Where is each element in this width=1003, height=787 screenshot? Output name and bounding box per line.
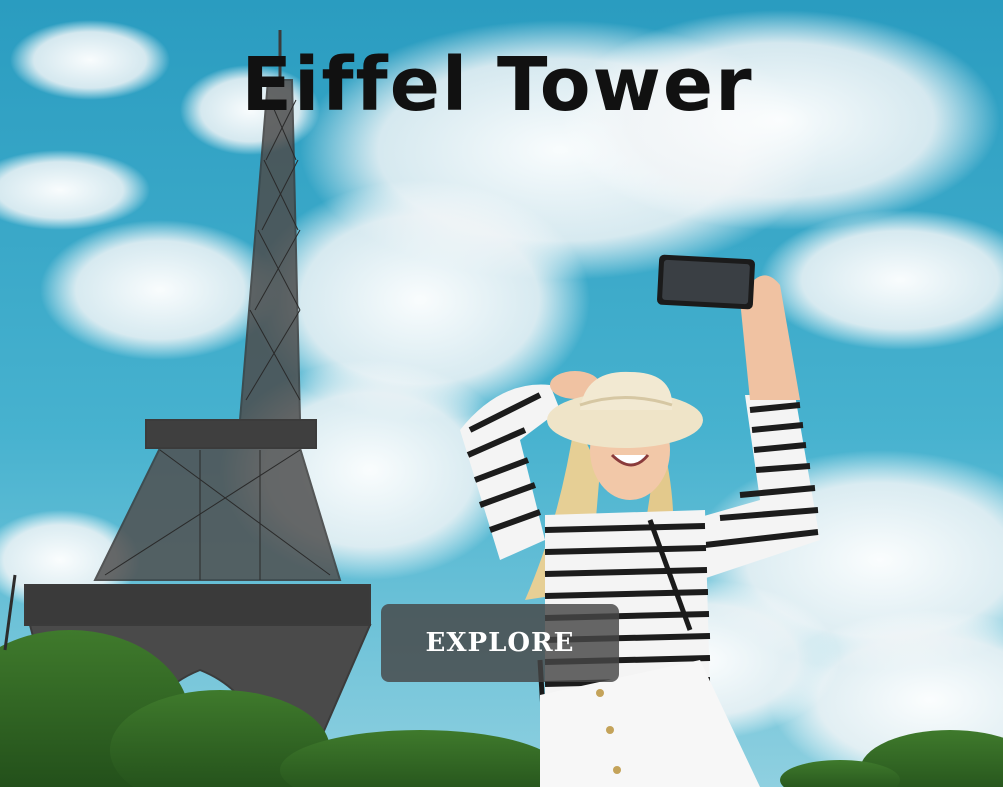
title-text: Eiffel Tower	[241, 42, 754, 128]
explore-button[interactable]: EXPLORE	[381, 604, 619, 682]
hero-banner: Eiffel Tower EXPLORE	[0, 0, 1003, 787]
page-title: Eiffel Tower	[0, 48, 1003, 122]
